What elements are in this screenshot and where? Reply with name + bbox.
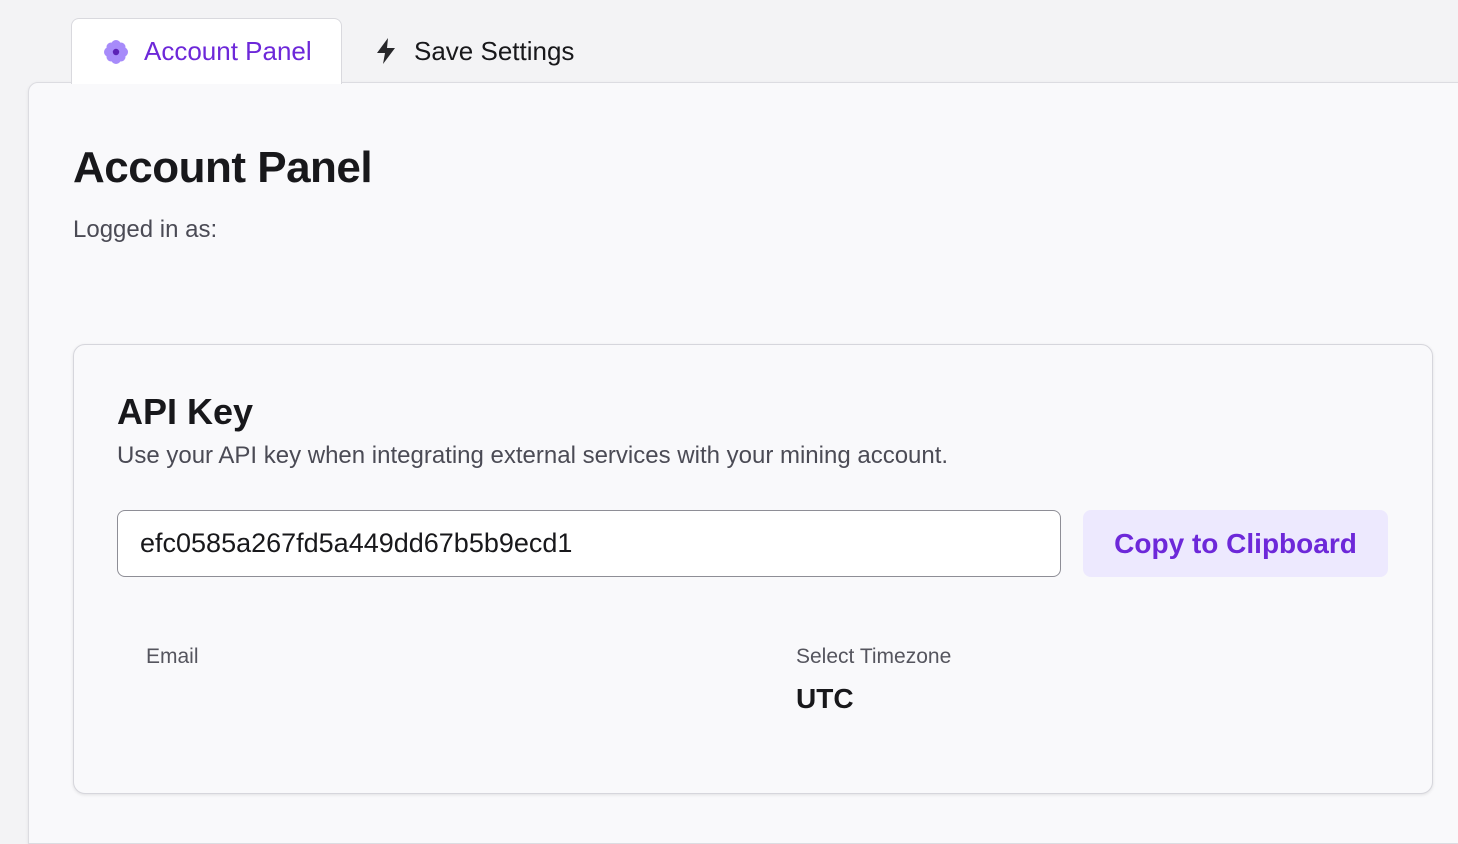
api-key-input[interactable] [117,510,1061,577]
account-panel: Account Panel Logged in as: API Key Use … [28,82,1458,844]
copy-to-clipboard-button[interactable]: Copy to Clipboard [1083,510,1388,577]
tab-save-settings-label: Save Settings [414,35,575,66]
tab-bar: Account Panel Save Settings [0,0,1458,84]
timezone-select[interactable]: UTC [796,683,854,715]
page-title: Account Panel [73,143,373,192]
tab-save-settings[interactable]: Save Settings [360,18,600,84]
api-key-title: API Key [117,391,254,432]
tab-account-panel[interactable]: Account Panel [71,18,342,84]
lightning-icon [372,37,400,65]
flower-icon [102,38,130,66]
logged-in-label: Logged in as: [73,216,218,243]
api-key-description: Use your API key when integrating extern… [117,442,949,469]
api-key-card: API Key Use your API key when integratin… [73,344,1433,794]
email-label: Email [146,645,199,668]
tab-account-panel-label: Account Panel [144,36,312,66]
timezone-label: Select Timezone [796,645,952,668]
